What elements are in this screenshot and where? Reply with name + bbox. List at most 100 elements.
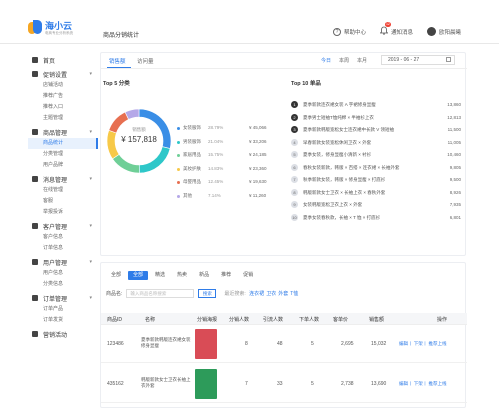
- notifications-link[interactable]: 12 通知消息: [379, 22, 413, 37]
- user-menu[interactable]: 欧阳晨曦: [426, 27, 461, 36]
- sidebar-item-5-1[interactable]: 分类信息: [28, 279, 98, 290]
- filter-tab-2[interactable]: 精选: [150, 271, 170, 280]
- nav-group-0[interactable]: 首页: [28, 54, 98, 66]
- top10-row[interactable]: 6 春秋女装新款，韩版 × 百搭 × 连衣裙 × 长袖外套 9,805: [291, 163, 463, 177]
- top10-row[interactable]: 7 秋季新款女装，韩版 × 修身显瘦 × 打底衫 9,500: [291, 176, 463, 189]
- legend-swatch: [177, 181, 180, 184]
- top10-value: 12,813: [447, 114, 461, 120]
- hint-keyword[interactable]: 卫衣: [266, 291, 276, 297]
- donut-center-label: 销售额: [132, 127, 146, 132]
- cell-distributors: 8: [245, 341, 248, 347]
- nav-group-4[interactable]: 客户管理 ▾: [28, 220, 98, 232]
- range-week[interactable]: 本周: [339, 57, 349, 64]
- sidebar-item-3-2[interactable]: 举报投诉: [28, 207, 98, 218]
- column-header: 分销海报: [197, 317, 218, 323]
- cell-name: 韩版新款女士卫衣长袖上衣外套: [141, 377, 191, 388]
- bell-icon: [379, 26, 389, 37]
- notifications-label: 通知消息: [390, 29, 413, 36]
- hint-keyword[interactable]: T恤: [290, 291, 298, 297]
- top10-row[interactable]: 9 女装韩版宽松卫衣上衣 × 外套 7,935: [291, 201, 463, 214]
- sidebar-item-5-0[interactable]: 用户信息: [28, 268, 98, 279]
- top10-row[interactable]: 5 夏季女装，修身显瘦小清新 × 衬衫 10,460: [291, 151, 463, 164]
- rank-badge: 7: [291, 176, 298, 183]
- nav-group: 用户管理 ▾ 用户信息 分类信息: [28, 256, 98, 290]
- sidebar-item-1-2[interactable]: 推荐入口: [28, 102, 98, 113]
- rank-badge: 1: [291, 101, 298, 108]
- nav-group-5[interactable]: 用户管理 ▾: [28, 256, 98, 268]
- cell-traffic: 33: [277, 381, 283, 387]
- row-actions[interactable]: 编辑丨 下架丨 推荐上线: [399, 381, 447, 387]
- hint-keyword[interactable]: 连衣裙: [249, 291, 264, 297]
- sidebar-item-2-2[interactable]: 用户品牌: [28, 160, 98, 171]
- goods-icon: [32, 129, 38, 135]
- nav-group: 客户管理 ▾ 客户信息 订单信息: [28, 220, 98, 254]
- top10-row[interactable]: 4 早春新款女装宽松休闲卫衣 × 外套 11,005: [291, 138, 463, 152]
- search-input[interactable]: 输入商品名称搜索: [126, 289, 195, 298]
- sidebar-item-1-1[interactable]: 推荐广告: [28, 91, 98, 102]
- sidebar-item-3-1[interactable]: 客服: [28, 196, 98, 207]
- sidebar-item-4-1[interactable]: 订单信息: [28, 243, 98, 254]
- top10-value: 11,500: [447, 127, 461, 132]
- range-month[interactable]: 本月: [357, 57, 367, 64]
- filter-tab-5[interactable]: 推荐: [216, 271, 236, 280]
- nav-group-3[interactable]: 消息管理 ▾: [28, 173, 98, 185]
- top10-name: 夏季男士短袖T恤纯棉 × 半袖衫上衣: [303, 114, 374, 120]
- hint-label: 最近搜索:: [224, 291, 246, 297]
- legend-percent: 14.83%: [208, 165, 224, 171]
- tab-sales[interactable]: 销售额: [109, 57, 126, 65]
- legend-amount: ¥ 24,185: [249, 152, 267, 157]
- legend-name: 美妆护肤: [183, 165, 201, 171]
- brand-logo[interactable]: 海小云 电商专业分析系统: [28, 20, 73, 36]
- top10-name: 夏季女装，修身显瘦小清新 × 衬衫: [303, 152, 372, 157]
- chevron-down-icon: ▾: [89, 129, 92, 135]
- sidebar-item-1-0[interactable]: 店铺活动: [28, 80, 98, 91]
- poster-thumbnail[interactable]: [195, 329, 217, 359]
- range-today[interactable]: 今日: [321, 57, 331, 64]
- sidebar-item-6-1[interactable]: 订单发货: [28, 315, 98, 326]
- filter-tab-3[interactable]: 热卖: [172, 271, 192, 280]
- sales-overview-card: 销售额 访问量 今日 本周 本月 2019 - 06 - 27 Top 5 分类…: [100, 52, 467, 256]
- chevron-down-icon: ▾: [89, 259, 92, 265]
- cell-traffic: 48: [277, 341, 283, 347]
- tab-visits[interactable]: 访问量: [137, 57, 154, 65]
- row-actions[interactable]: 编辑丨 下架丨 推荐上线: [399, 341, 447, 347]
- legend-percent: 15.75%: [208, 152, 224, 157]
- top10-row[interactable]: 3 夏季新款韩版宽松女士连衣裙中长款 V 领短袖 11,500: [291, 126, 463, 139]
- top10-name: 秋季新款女装，韩版 × 修身显瘦 × 打底衫: [303, 177, 386, 182]
- sidebar-item-1-3[interactable]: 主题管理: [28, 113, 98, 124]
- date-picker[interactable]: 2019 - 06 - 27: [381, 55, 455, 65]
- help-center-link[interactable]: ? 帮助中心: [332, 27, 366, 36]
- sidebar-item-3-0[interactable]: 在线管理: [28, 185, 98, 196]
- sidebar-item-2-1[interactable]: 分类管理: [28, 149, 98, 160]
- sidebar-item-6-0[interactable]: 订单产品: [28, 304, 98, 315]
- top10-row[interactable]: 8 韩版新款女士卫衣 × 长袖上衣 × 春秋外套 8,926: [291, 188, 463, 202]
- brand-title: 海小云: [45, 20, 73, 31]
- filter-tab-0[interactable]: 全部: [106, 271, 126, 280]
- top10-row[interactable]: 2 夏季男士短袖T恤纯棉 × 半袖衫上衣 12,813: [291, 113, 463, 127]
- nav-group-7[interactable]: 营销活动: [28, 328, 98, 340]
- poster-thumbnail[interactable]: [195, 369, 217, 399]
- filter-tab-1[interactable]: 全部: [128, 271, 149, 280]
- top10-name: 春秋女装新款，韩版 × 百搭 × 连衣裙 × 长袖外套: [303, 164, 400, 170]
- sidebar-item-4-0[interactable]: 客户信息: [28, 232, 98, 243]
- nav-group-1[interactable]: 促销设置 ▾: [28, 68, 98, 80]
- donut-slice-1[interactable]: [138, 146, 171, 174]
- hint-keyword[interactable]: 外套: [278, 291, 288, 297]
- search-button[interactable]: 搜索: [198, 289, 217, 298]
- cell-sales: 15,032: [371, 341, 387, 347]
- nav-group-2[interactable]: 商品管理 ▾: [28, 126, 98, 138]
- notification-badge: 12: [384, 22, 391, 27]
- filter-tab-4[interactable]: 新品: [194, 271, 214, 280]
- donut-slice-2[interactable]: [112, 153, 140, 174]
- top10-row[interactable]: 10 夏季女装春秋款，长袖 × T 恤 × 打底衫 6,801: [291, 213, 463, 227]
- legend-item: 女装服饰 28.79% ¥ 45,066: [177, 125, 287, 139]
- top10-row[interactable]: 1 夏季新款连衣裙女装 A 字裙修身显瘦 13,860: [291, 101, 463, 114]
- legend-percent: 21.04%: [208, 138, 224, 144]
- column-header: 客单价: [333, 317, 349, 323]
- calendar-icon: [446, 57, 451, 62]
- filter-tab-6[interactable]: 促销: [238, 271, 258, 280]
- sidebar-item-2-0[interactable]: 商品统计: [28, 138, 98, 149]
- legend-swatch: [177, 194, 180, 198]
- top10-value: 8,926: [449, 189, 461, 195]
- nav-group-6[interactable]: 订单管理 ▾: [28, 292, 98, 304]
